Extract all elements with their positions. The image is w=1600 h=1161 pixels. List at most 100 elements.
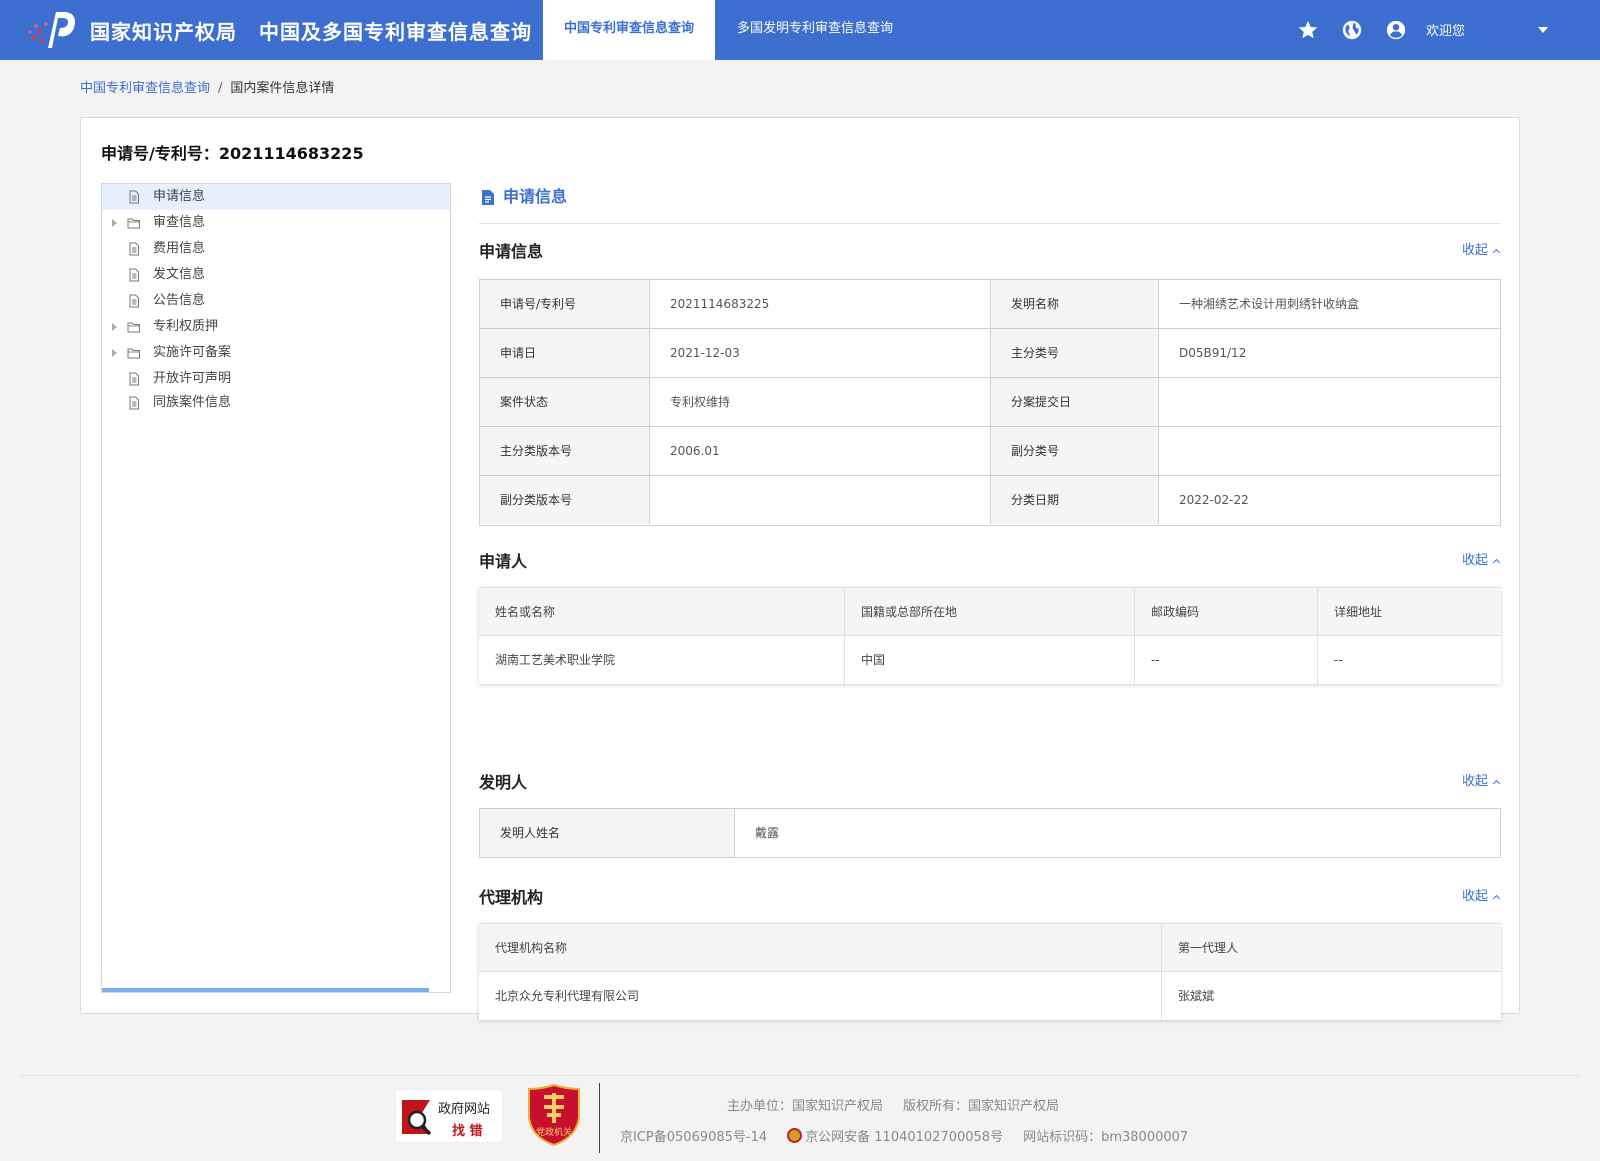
collapse-label: 收起 — [1461, 553, 1488, 568]
info-value — [1159, 427, 1500, 475]
table-header-row: 代理机构名称 第一代理人 — [479, 924, 1501, 972]
info-value — [1159, 378, 1500, 426]
tab-multi-country-query[interactable]: 多国发明专利审查信息查询 — [715, 0, 915, 60]
tree-item-label: 费用信息 — [153, 241, 206, 256]
collapse-label: 收起 — [1461, 243, 1488, 258]
section-tree: 申请信息 审查信息 费用信息 发文信息 公告信息 专利权质押 实施许可备案 开放… — [101, 183, 451, 993]
org-name: 国家知识产权局 — [90, 20, 237, 44]
info-value: D05B91/12 — [1159, 329, 1500, 377]
footer-divider — [20, 1075, 1580, 1076]
collapse-label: 收起 — [1461, 889, 1488, 904]
tree-item-patent-pledge[interactable]: 专利权质押 — [102, 314, 450, 340]
party-govt-organ-badge[interactable]: 党政机关 — [527, 1083, 581, 1147]
brand-title: 国家知识产权局 中国及多国专利审查信息查询 — [90, 16, 532, 45]
document-icon — [129, 396, 139, 410]
shield-emblem-icon: 党政机关 — [528, 1083, 580, 1147]
column-header: 代理机构名称 — [479, 924, 1162, 972]
badge-text: 政府网站 — [438, 1102, 491, 1117]
star-icon[interactable] — [1297, 19, 1319, 41]
tree-item-announcement-info[interactable]: 公告信息 — [102, 288, 450, 314]
application-number-title: 申请号/专利号：2021114683225 — [101, 144, 364, 163]
tab-china-patent-query[interactable]: 中国专利审查信息查询 — [543, 0, 715, 60]
chevron-up-icon — [1492, 779, 1501, 788]
tree-item-label: 发文信息 — [153, 267, 206, 282]
column-header: 姓名或名称 — [479, 588, 845, 636]
footer-icp[interactable]: 京ICP备05069085号-14 — [620, 1130, 767, 1145]
document-icon — [129, 242, 139, 256]
application-info-grid: 申请号/专利号 2021114683225 发明名称 一种湘绣艺术设计用刺绣针收… — [479, 279, 1501, 526]
tree-item-family-cases[interactable]: 同族案件信息 — [102, 390, 450, 416]
info-value: 2006.01 — [650, 427, 991, 475]
section-title-agency: 代理机构 — [479, 888, 544, 907]
table-cell: 北京众允专利代理有限公司 — [479, 972, 1162, 1020]
table-row: 北京众允专利代理有限公司 张斌斌 — [479, 972, 1501, 1020]
info-label: 副分类号 — [991, 427, 1159, 475]
column-header: 国籍或总部所在地 — [845, 588, 1135, 636]
info-value: 专利权维持 — [650, 378, 991, 426]
system-name: 中国及多国专利审查信息查询 — [259, 20, 532, 44]
info-label: 案件状态 — [480, 378, 650, 426]
magnifier-icon — [402, 1100, 432, 1136]
user-icon[interactable] — [1385, 19, 1407, 41]
collapse-applicant-button[interactable]: 收起 — [1461, 549, 1501, 568]
footer-host: 主办单位：国家知识产权局 — [727, 1099, 884, 1114]
divider — [479, 223, 1501, 224]
gov-website-error-report-badge[interactable]: 政府网站 找 错 — [395, 1089, 503, 1143]
section-title-inventor: 发明人 — [479, 773, 528, 792]
section-title-applicant: 申请人 — [479, 552, 528, 571]
collapse-agency-button[interactable]: 收起 — [1461, 885, 1501, 904]
footer-police[interactable]: 京公网安备 11040102700058号 — [805, 1130, 1003, 1145]
tree-item-label: 开放许可声明 — [153, 371, 232, 386]
info-label: 分类日期 — [991, 476, 1159, 524]
document-icon — [482, 190, 494, 205]
table-header-row: 姓名或名称 国籍或总部所在地 邮政编码 详细地址 — [479, 588, 1501, 636]
info-label: 申请日 — [480, 329, 650, 377]
document-icon — [129, 190, 139, 204]
tree-item-application-info[interactable]: 申请信息 — [102, 184, 450, 210]
welcome-text: 欢迎您 — [1426, 24, 1466, 39]
inventor-grid: 发明人姓名 戴露 — [479, 808, 1501, 858]
tree-item-license-filing[interactable]: 实施许可备案 — [102, 340, 450, 366]
expand-arrow-icon[interactable] — [112, 219, 117, 227]
inventor-value: 戴露 — [755, 826, 780, 840]
collapse-inventor-button[interactable]: 收起 — [1462, 770, 1501, 789]
agency-table: 代理机构名称 第一代理人 北京众允专利代理有限公司 张斌斌 — [479, 923, 1501, 1020]
tree-horizontal-scrollbar[interactable] — [102, 988, 429, 992]
info-row: 案件状态 专利权维持 分案提交日 — [480, 378, 1500, 427]
collapse-application-info-button[interactable]: 收起 — [1461, 239, 1501, 258]
info-value: 2021114683225 — [650, 280, 991, 328]
column-header: 邮政编码 — [1135, 588, 1318, 636]
info-label: 分案提交日 — [991, 378, 1159, 426]
footer-registration-line: 京ICP备05069085号-14 京公网安备 11040102700058号 网站… — [620, 1126, 1188, 1145]
tree-item-open-license[interactable]: 开放许可声明 — [102, 366, 450, 392]
info-label: 主分类号 — [991, 329, 1159, 377]
tree-item-fee-info[interactable]: 费用信息 — [102, 236, 450, 262]
breadcrumb-link-home[interactable]: 中国专利审查信息查询 — [80, 81, 210, 96]
cnipa-logo[interactable] — [26, 8, 80, 52]
top-header: 国家知识产权局 中国及多国专利审查信息查询 中国专利审查信息查询 多国发明专利审查… — [0, 0, 1600, 60]
footer-host-line: 主办单位：国家知识产权局 版权所有：国家知识产权局 — [727, 1095, 1059, 1114]
applicant-table: 姓名或名称 国籍或总部所在地 邮政编码 详细地址 湖南工艺美术职业学院 中国 -… — [479, 587, 1501, 684]
folder-icon — [127, 348, 140, 359]
badge-text: 找 错 — [452, 1124, 483, 1139]
tree-item-label: 专利权质押 — [153, 319, 219, 334]
footer-vertical-divider — [599, 1083, 600, 1153]
globe-icon[interactable] — [1341, 19, 1363, 41]
tree-item-examination-info[interactable]: 审查信息 — [102, 210, 450, 236]
info-value: 一种湘绣艺术设计用刺绣针收纳盒 — [1159, 280, 1500, 328]
info-row: 主分类版本号 2006.01 副分类号 — [480, 427, 1500, 476]
info-value — [650, 476, 991, 524]
tree-item-label: 申请信息 — [153, 189, 206, 204]
column-header: 详细地址 — [1334, 605, 1383, 619]
party-badge-text: 党政机关 — [536, 1126, 572, 1138]
info-label: 主分类版本号 — [480, 427, 650, 475]
expand-arrow-icon[interactable] — [112, 349, 117, 357]
folder-icon — [127, 218, 140, 229]
table-cell: 中国 — [845, 636, 1135, 684]
expand-arrow-icon[interactable] — [112, 323, 117, 331]
tree-item-dispatch-info[interactable]: 发文信息 — [102, 262, 450, 288]
section-title-application-info: 申请信息 — [479, 242, 544, 261]
inventor-label: 发明人姓名 — [480, 809, 735, 857]
user-menu-dropdown-icon[interactable] — [1538, 27, 1548, 33]
info-row: 申请号/专利号 2021114683225 发明名称 一种湘绣艺术设计用刺绣针收… — [480, 280, 1500, 329]
